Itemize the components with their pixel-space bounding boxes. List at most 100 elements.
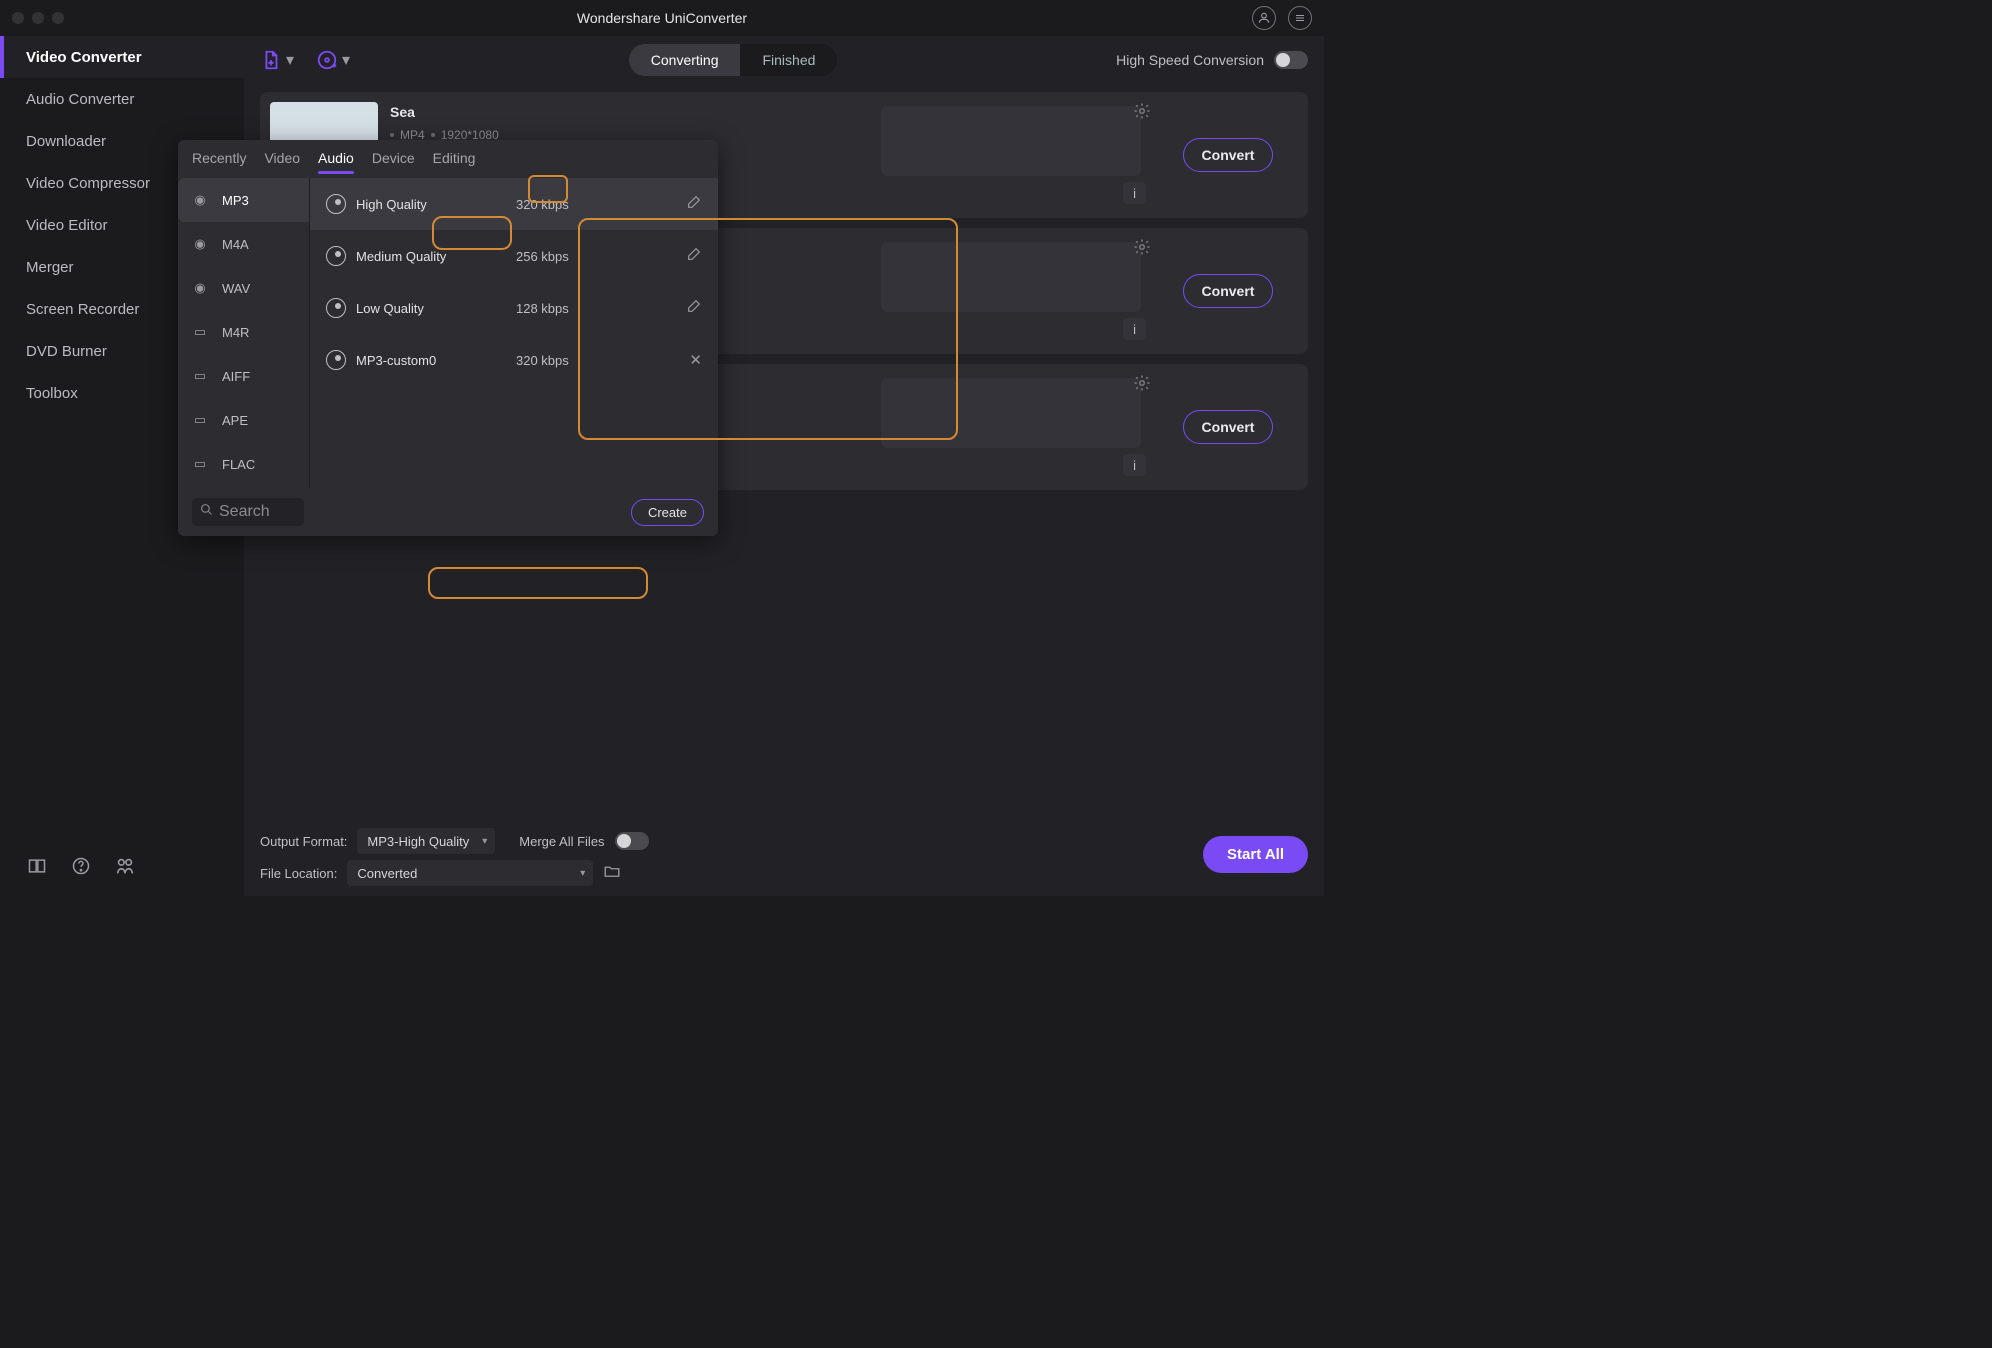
format-flac[interactable]: ▭ FLAC [178, 442, 309, 486]
disc-icon: ◉ [190, 234, 210, 254]
format-label: WAV [222, 281, 250, 296]
edit-icon[interactable] [686, 194, 702, 214]
quality-medium[interactable]: Medium Quality 256 kbps [310, 230, 718, 282]
feedback-icon[interactable] [114, 855, 136, 877]
convert-button[interactable]: Convert [1183, 138, 1274, 172]
format-label: AIFF [222, 369, 250, 384]
file-location-label: File Location: [260, 866, 337, 881]
gear-icon[interactable] [1133, 102, 1151, 125]
add-file-button[interactable]: ▾ [260, 49, 294, 71]
quality-rate: 128 kbps [516, 301, 676, 316]
gear-icon[interactable] [1133, 374, 1151, 397]
search-icon [200, 503, 213, 521]
toolbar: ▾ ▾ Converting Finished High Speed Conve… [244, 36, 1324, 84]
format-m4a[interactable]: ◉ M4A [178, 222, 309, 266]
maximize-window[interactable] [52, 12, 64, 24]
quality-rate: 320 kbps [516, 353, 679, 368]
format-m4r[interactable]: ▭M4R [178, 310, 309, 354]
dial-icon [326, 194, 346, 214]
minimize-window[interactable] [32, 12, 44, 24]
format-popup: Recently Video Audio Device Editing ◉ MP3… [178, 140, 718, 536]
disc-icon: ◉ [190, 278, 210, 298]
help-icon[interactable] [70, 855, 92, 877]
sidebar-label: Merger [26, 259, 74, 276]
output-format-select[interactable]: MP3-High Quality▾ [357, 828, 495, 854]
quality-name: Medium Quality [356, 249, 506, 264]
info-button[interactable]: i [1123, 454, 1146, 476]
badge-icon: ▭ [190, 410, 210, 430]
tab-finished[interactable]: Finished [740, 44, 837, 76]
status-tabs: Converting Finished [629, 44, 838, 76]
convert-button[interactable]: Convert [1183, 410, 1274, 444]
file-location-value: Converted [357, 866, 417, 881]
quality-rate: 256 kbps [516, 249, 676, 264]
format-list[interactable]: ◉MP3 ◉M4A ◉WAV ▭M4R ▭AIFF ▭APE ▭FLAC [178, 178, 310, 488]
output-format-label: Output Format: [260, 834, 347, 849]
merge-label: Merge All Files [519, 834, 604, 849]
app-title: Wondershare UniConverter [577, 10, 747, 26]
popup-tab-device[interactable]: Device [372, 150, 415, 170]
format-aiff[interactable]: ▭ AIFF [178, 354, 309, 398]
close-window[interactable] [12, 12, 24, 24]
popup-tab-audio[interactable]: Audio [318, 150, 354, 170]
quality-high[interactable]: High Quality 320 kbps [310, 178, 718, 230]
menu-icon[interactable] [1288, 6, 1312, 30]
create-button[interactable]: Create [631, 499, 704, 526]
output-settings-box[interactable] [881, 242, 1141, 312]
account-icon[interactable] [1252, 6, 1276, 30]
file-title: Sea [390, 104, 864, 120]
quality-name: High Quality [356, 197, 506, 212]
format-label: MP3 [222, 193, 249, 208]
edit-icon[interactable] [686, 298, 702, 318]
info-button[interactable]: i [1123, 318, 1146, 340]
edit-icon[interactable] [686, 246, 702, 266]
format-label: FLAC [222, 457, 255, 472]
convert-button[interactable]: Convert [1183, 274, 1274, 308]
sidebar-label: Video Editor [26, 217, 107, 234]
disc-icon: ◉ [190, 190, 210, 210]
badge-icon: ▭ [190, 366, 210, 386]
chevron-down-icon: ▾ [286, 50, 294, 70]
quality-low[interactable]: Low Quality 128 kbps [310, 282, 718, 334]
popup-tab-recently[interactable]: Recently [192, 150, 246, 170]
format-mp3[interactable]: ◉ MP3 [178, 178, 309, 222]
dial-icon [326, 246, 346, 266]
bottom-bar: Output Format: MP3-High Quality▾ Merge A… [244, 822, 1324, 896]
format-label: M4A [222, 237, 249, 252]
format-ape[interactable]: ▭APE [178, 398, 309, 442]
quality-name: Low Quality [356, 301, 506, 316]
sidebar-label: DVD Burner [26, 343, 107, 360]
titlebar: Wondershare UniConverter [0, 0, 1324, 36]
file-location-select[interactable]: Converted▾ [347, 860, 593, 886]
popup-tab-video[interactable]: Video [264, 150, 300, 170]
quality-custom0[interactable]: MP3-custom0 320 kbps ✕ [310, 334, 718, 386]
open-folder-icon[interactable] [603, 862, 621, 885]
add-disc-button[interactable]: ▾ [316, 49, 350, 71]
delete-icon[interactable]: ✕ [689, 351, 702, 369]
output-settings-box[interactable] [881, 106, 1141, 176]
tab-converting[interactable]: Converting [629, 44, 741, 76]
window-controls [12, 12, 64, 24]
sidebar-label: Screen Recorder [26, 301, 139, 318]
high-speed-toggle[interactable] [1274, 51, 1308, 69]
guide-icon[interactable] [26, 855, 48, 877]
gear-icon[interactable] [1133, 238, 1151, 261]
format-wav[interactable]: ◉ WAV [178, 266, 309, 310]
output-format-value: MP3-High Quality [367, 834, 469, 849]
info-button[interactable]: i [1123, 182, 1146, 204]
quality-list: High Quality 320 kbps Medium Quality 256… [310, 178, 718, 488]
output-settings-box[interactable] [881, 378, 1141, 448]
start-all-button[interactable]: Start All [1203, 836, 1308, 873]
search-input[interactable]: Search [192, 498, 304, 526]
badge-icon: ▭ [190, 454, 210, 474]
popup-tab-editing[interactable]: Editing [433, 150, 476, 170]
sidebar-label: Video Compressor [26, 175, 150, 192]
dial-icon [326, 350, 346, 370]
sidebar-item-video-converter[interactable]: Video Converter [0, 36, 244, 78]
quality-name: MP3-custom0 [356, 353, 506, 368]
format-label: M4R [222, 325, 249, 340]
sidebar-item-audio-converter[interactable]: Audio Converter [0, 78, 244, 120]
quality-rate: 320 kbps [516, 197, 676, 212]
merge-toggle[interactable] [615, 832, 649, 850]
chevron-down-icon: ▾ [342, 50, 350, 70]
